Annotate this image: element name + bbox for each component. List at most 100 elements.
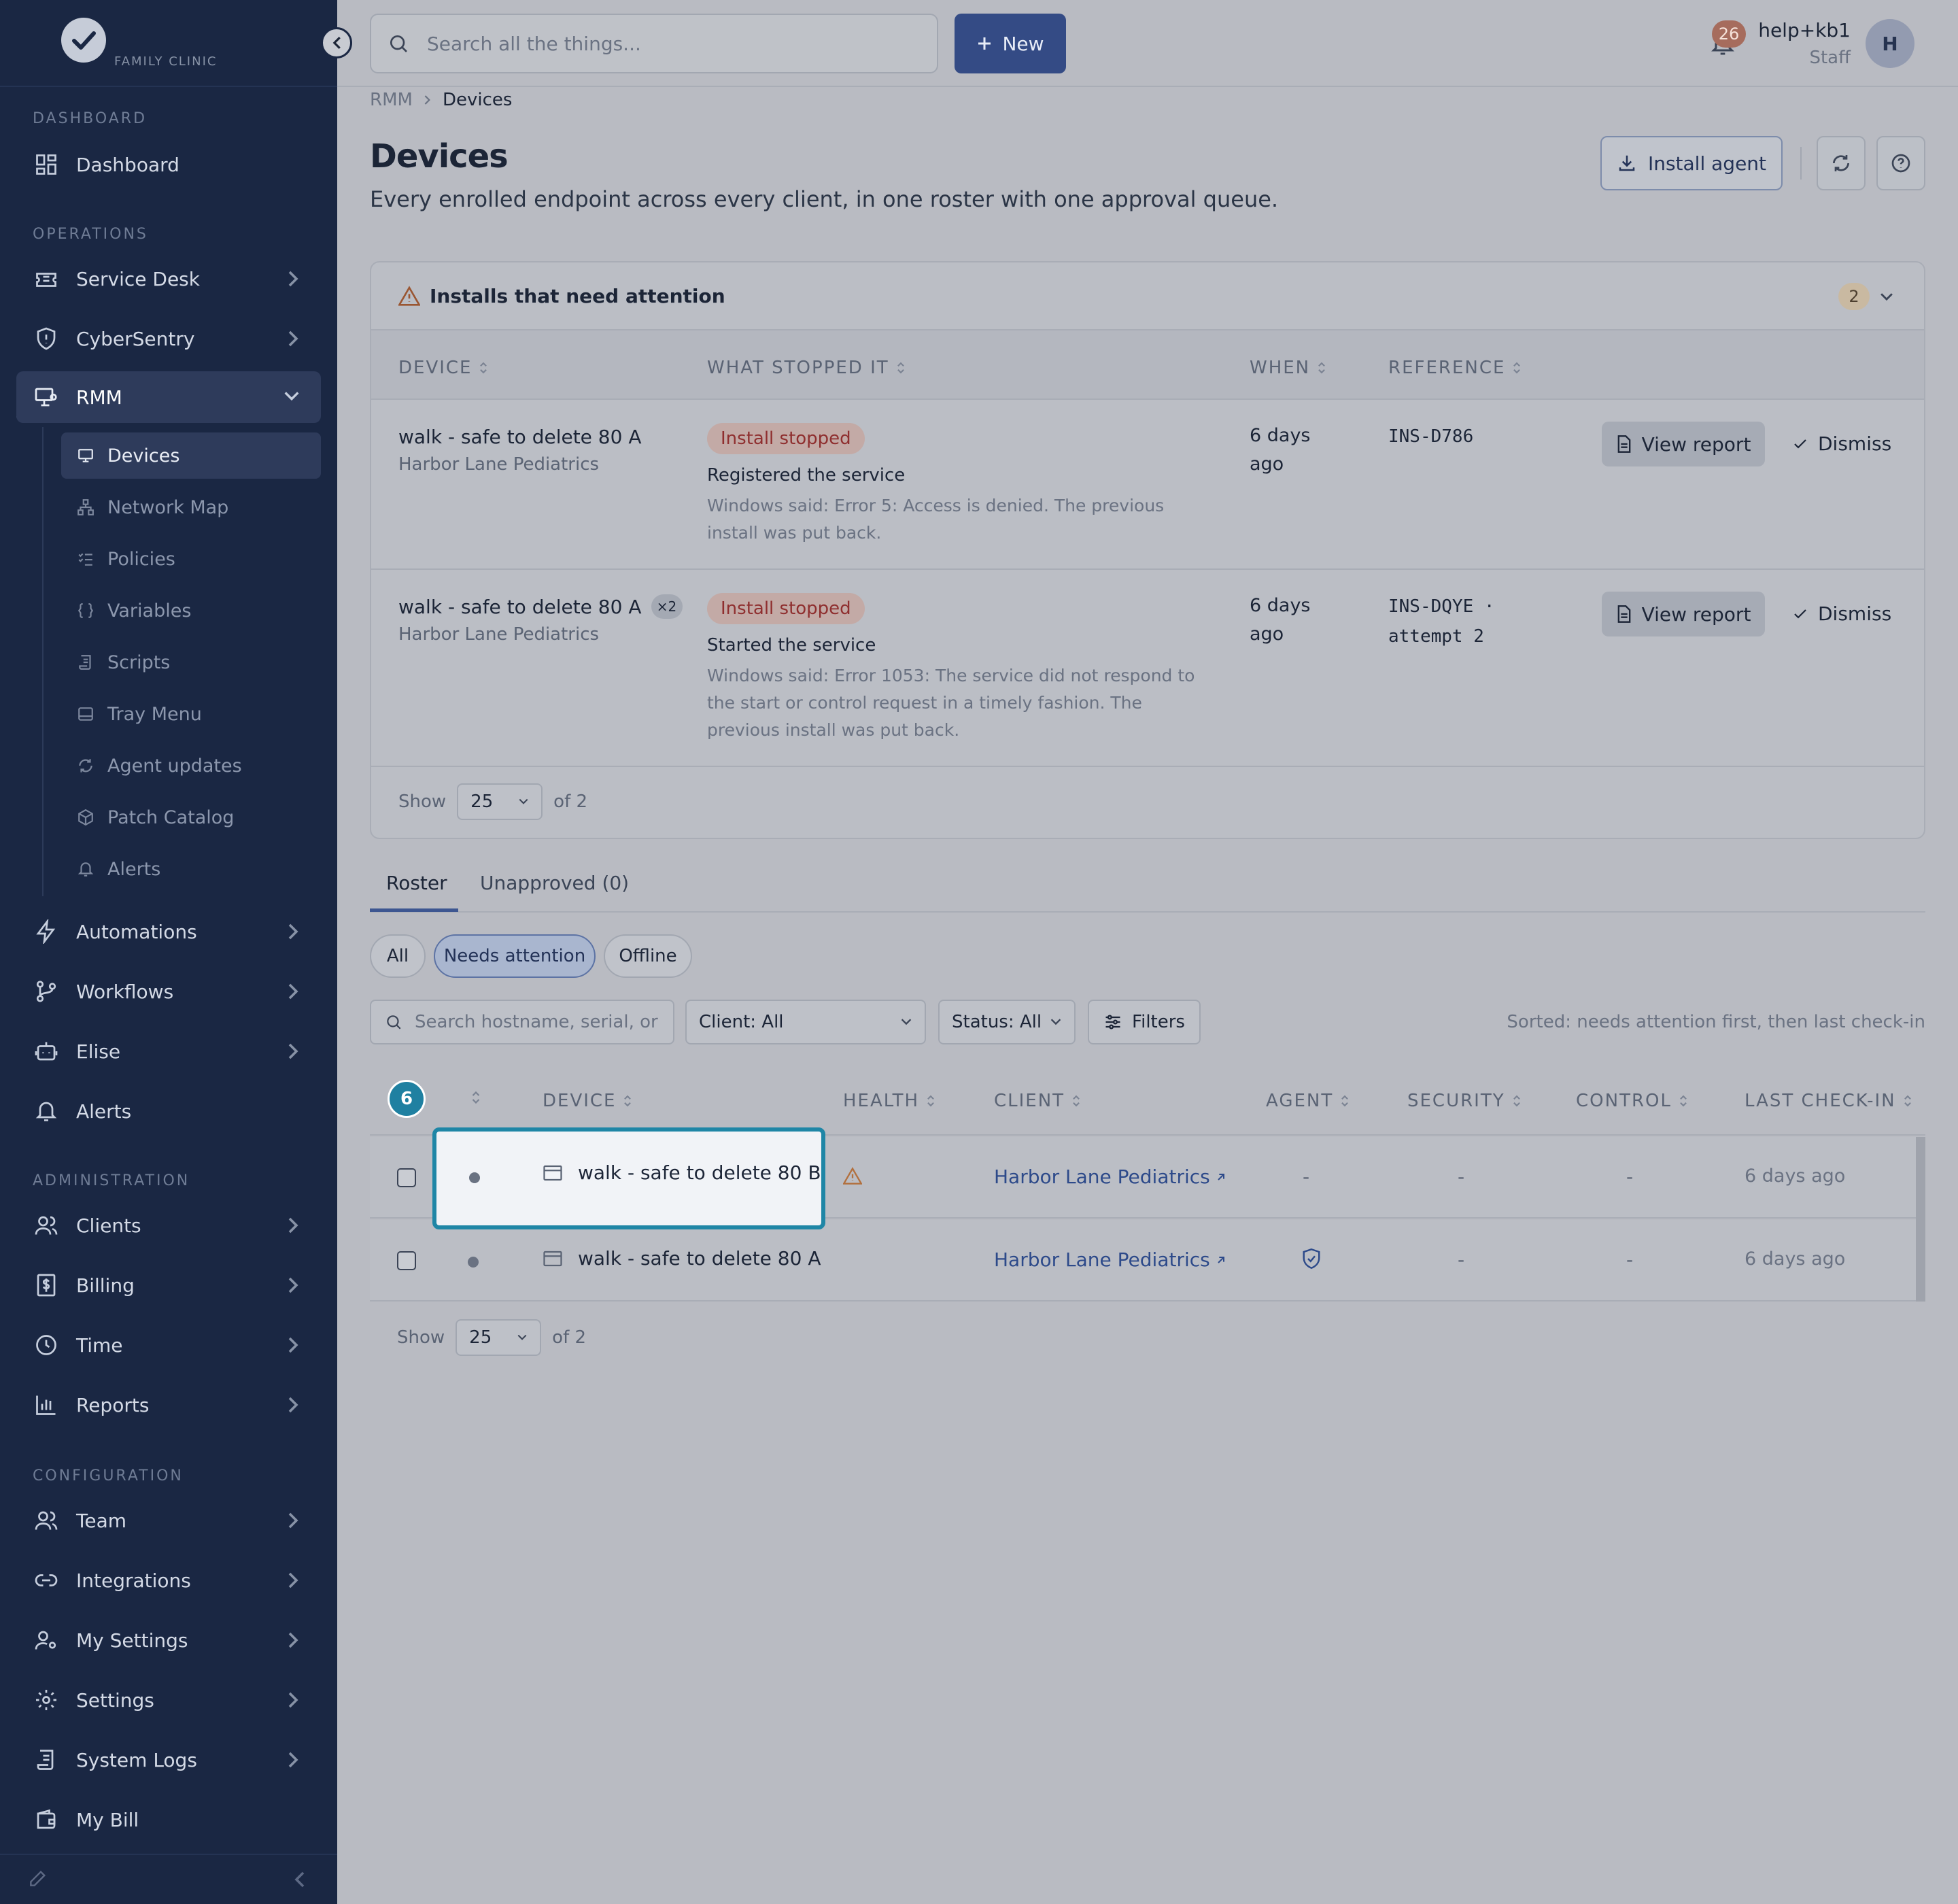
sidebar-subitem-network-map[interactable]: Network Map [61,484,321,530]
page-size-select[interactable]: 25 [457,783,543,820]
row-checkbox[interactable] [397,1251,416,1270]
col-device[interactable]: DEVICE [543,1091,632,1111]
sidebar-subitem-patch-catalog[interactable]: Patch Catalog [61,794,321,840]
col-reference[interactable]: REFERENCE [1388,358,1522,378]
git-branch-icon [33,978,60,1005]
sidebar-item-billing[interactable]: Billing [16,1259,321,1311]
plus-icon [978,37,991,50]
col-agent[interactable]: AGENT [1266,1091,1350,1111]
dismiss-button[interactable]: Dismiss [1792,602,1891,625]
help-button[interactable] [1876,136,1925,190]
tab-roster[interactable]: Roster [386,872,447,894]
sidebar-subitem-scripts[interactable]: Scripts [61,639,321,685]
chevron-down-icon[interactable] [1879,290,1894,305]
filter-chip-offline[interactable]: Offline [604,934,692,978]
device-name[interactable]: walk - safe to delete 80 B [543,1161,821,1184]
chevron-down-icon [1050,1019,1061,1025]
sidebar-subitem-devices[interactable]: Devices [61,432,321,479]
client-link[interactable]: Harbor Lane Pediatrics [994,1166,1226,1188]
status-filter-select[interactable]: Status: All [938,1000,1076,1044]
table-row[interactable]: walk - safe to delete 80 A Harbor Lane P… [370,1220,1925,1302]
sort-icon [897,362,904,374]
sidebar-item-dashboard[interactable]: Dashboard [16,139,321,190]
pencil-icon[interactable] [27,1867,49,1889]
sidebar-item-my-bill[interactable]: My Bill [16,1794,321,1846]
sidebar-item-cybersentry[interactable]: CyberSentry [16,313,321,364]
page-size-select[interactable]: 25 [456,1319,542,1356]
sidebar-item-alerts[interactable]: Alerts [16,1085,321,1137]
dismiss-button[interactable]: Dismiss [1792,432,1891,455]
install-agent-button[interactable]: Install agent [1600,136,1783,190]
device-name[interactable]: walk - safe to delete 80 A [543,1247,821,1270]
reference-code: INS-D786 [1388,426,1474,447]
filters-button[interactable]: Filters [1088,1000,1201,1044]
user-name[interactable]: help+kb1 [1740,19,1851,41]
sidebar-item-service-desk[interactable]: Service Desk [16,253,321,305]
col-what-stopped[interactable]: WHAT STOPPED IT [707,358,906,378]
new-button[interactable]: New [955,14,1066,73]
global-search-input[interactable]: Search all the things... [370,14,938,73]
sidebar-item-rmm[interactable]: RMM [16,371,321,423]
sidebar-item-time[interactable]: Time [16,1319,321,1371]
sidebar-subitem-agent-updates[interactable]: Agent updates [61,743,321,789]
tab-unapproved[interactable]: Unapproved (0) [480,872,629,894]
sort-note: Sorted: needs attention first, then last… [1507,1012,1925,1032]
breadcrumb-parent[interactable]: RMM [370,90,413,110]
link-icon [33,1567,60,1594]
col-client[interactable]: CLIENT [994,1091,1081,1111]
col-control[interactable]: CONTROL [1576,1091,1688,1111]
device-name[interactable]: walk - safe to delete 80 A [398,426,642,448]
sidebar-collapse-button[interactable] [321,27,352,58]
sidebar-item-label: Billing [76,1274,135,1297]
col-security[interactable]: SECURITY [1407,1091,1522,1111]
sidebar-item-workflows[interactable]: Workflows [16,966,321,1017]
col-device[interactable]: DEVICE [398,358,488,378]
sidebar-item-clients[interactable]: Clients [16,1200,321,1251]
sidebar-item-settings[interactable]: Settings [16,1674,321,1726]
col-health[interactable]: HEALTH [843,1091,935,1111]
sort-icon[interactable] [470,1089,481,1106]
last-checkin-value: 6 days ago [1745,1248,1846,1270]
device-client: Harbor Lane Pediatrics [398,624,600,645]
sidebar-item-label: Service Desk [76,267,200,290]
chevron-right-icon [288,1337,298,1353]
chevron-left-icon[interactable] [292,1870,306,1889]
sidebar-item-elise[interactable]: Elise [16,1025,321,1077]
sidebar-item-system-logs[interactable]: System Logs [16,1734,321,1786]
chevron-right-icon [288,1397,298,1413]
sidebar-item-my-settings[interactable]: My Settings [16,1614,321,1666]
sidebar-item-label: System Logs [76,1748,197,1771]
sidebar-item-team[interactable]: Team [16,1495,321,1546]
sidebar-subitem-tray-menu[interactable]: Tray Menu [61,691,321,737]
device-name[interactable]: walk - safe to delete 80 A ×2 [398,594,683,619]
avatar[interactable]: H [1866,19,1914,68]
roster-search-input[interactable]: Search hostname, serial, or [370,1000,674,1044]
brand-logo[interactable]: FAMILY CLINIC [61,18,216,69]
chevron-right-icon [288,1043,298,1059]
sidebar-item-automations[interactable]: Automations [16,906,321,957]
client-filter-select[interactable]: Client: All [685,1000,926,1044]
sidebar-item-reports[interactable]: Reports [16,1379,321,1431]
sidebar-subitem-alerts[interactable]: Alerts [61,846,321,892]
sidebar-item-integrations[interactable]: Integrations [16,1554,321,1606]
sidebar-subitem-policies[interactable]: Policies [61,536,321,582]
view-report-button[interactable]: View report [1602,422,1765,466]
row-checkbox[interactable] [397,1168,416,1187]
col-last-checkin[interactable]: LAST CHECK-IN [1745,1091,1912,1111]
client-link[interactable]: Harbor Lane Pediatrics [994,1248,1226,1271]
highlighted-device-cell[interactable]: walk - safe to delete 80 B [432,1127,825,1229]
col-when[interactable]: WHEN [1250,358,1326,378]
view-report-button[interactable]: View report [1602,592,1765,636]
pager-label: Show [398,792,447,812]
sidebar-subitem-label: Variables [107,600,192,622]
user-role: Staff [1809,48,1851,68]
sidebar-subitem-variables[interactable]: Variables [61,588,321,634]
last-checkin-value: 6 days ago [1745,1166,1846,1187]
window-icon [543,1251,562,1266]
filter-chip-needs-attention[interactable]: Needs attention [434,934,596,978]
filter-chip-all[interactable]: All [370,934,426,978]
refresh-button[interactable] [1817,136,1866,190]
panel-header[interactable]: Installs that need attention [371,262,1924,329]
sidebar-item-label: Integrations [76,1569,191,1592]
sort-icon [1680,1095,1687,1107]
